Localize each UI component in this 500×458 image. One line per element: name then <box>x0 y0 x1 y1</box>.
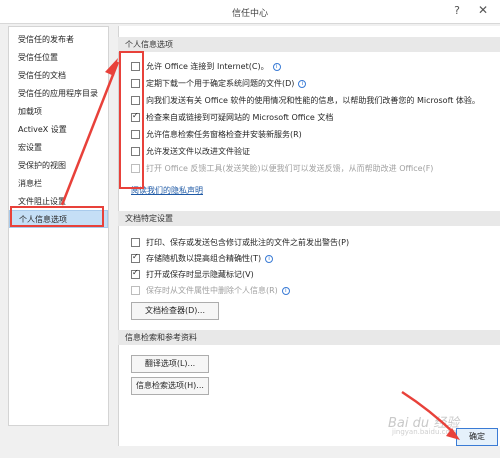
sidebar-item-trusted-publishers[interactable]: 受信任的发布者 <box>9 31 108 49</box>
option-remove-personal-info: 保存时从文件属性中删除个人信息(R) i <box>146 284 290 297</box>
section-header-personal: 个人信息选项 <box>118 37 500 52</box>
sidebar-item-trusted-app-catalogs[interactable]: 受信任的应用程序目录 <box>9 85 108 103</box>
option-send-usage: 向我们发送有关 Office 软件的使用情况和性能的信息，以帮助我们改善您的 M… <box>146 96 480 105</box>
option-check-suspicious: 检查来自或链接到可疑网站的 Microsoft Office 文档 <box>146 113 334 122</box>
checkbox-remove-personal-info <box>131 286 140 295</box>
checkbox-store-random-number[interactable] <box>131 252 140 263</box>
sidebar-item-trusted-documents[interactable]: 受信任的文档 <box>9 67 108 85</box>
option-warn-tracked-changes: 打印、保存或发送包含修订或批注的文件之前发出警告(P) <box>146 238 350 247</box>
info-icon[interactable]: i <box>265 254 274 263</box>
option-file-validation: 允许发送文件以改进文件验证 <box>146 147 250 156</box>
option-show-hidden-markup: 打开或保存时显示隐藏标记(V) <box>146 270 254 279</box>
checkbox-file-validation[interactable] <box>131 147 140 156</box>
document-inspector-button[interactable]: 文档检查器(D)... <box>131 302 219 320</box>
sidebar-item-trusted-locations[interactable]: 受信任位置 <box>9 49 108 67</box>
translation-options-button[interactable]: 翻译选项(L)... <box>131 355 209 373</box>
ok-button[interactable]: 确定 <box>456 428 498 446</box>
info-icon: i <box>281 286 290 295</box>
research-options-button[interactable]: 信息检索选项(H)... <box>131 377 209 395</box>
option-store-random-number: 存储随机数以提高组合精确性(T) i <box>146 252 274 265</box>
sidebar-item-activex[interactable]: ActiveX 设置 <box>9 121 108 139</box>
option-feedback-tool: 打开 Office 反馈工具(发送笑脸)以便我们可以发送反馈，从而帮助改进 Of… <box>146 164 434 173</box>
option-connect-internet: 允许 Office 连接到 Internet(C)。 i <box>146 60 281 73</box>
checkbox-connect-internet[interactable] <box>131 62 140 71</box>
sidebar-item-message-bar[interactable]: 消息栏 <box>9 175 108 193</box>
checkbox-research-services[interactable] <box>131 130 140 139</box>
option-research-services: 允许信息检索任务窗格检查并安装新服务(R) <box>146 130 302 139</box>
checkbox-check-suspicious[interactable] <box>131 111 140 122</box>
info-icon[interactable]: i <box>272 62 281 71</box>
sidebar-item-macro-settings[interactable]: 宏设置 <box>9 139 108 157</box>
close-icon[interactable]: ✕ <box>474 3 492 19</box>
sidebar-item-privacy-options[interactable]: 个人信息选项 <box>9 210 108 228</box>
watermark-url: jingyan.baidu.com <box>392 428 457 436</box>
option-download-diagnostic: 定期下载一个用于确定系统问题的文件(D) i <box>146 77 307 90</box>
sidebar-item-file-block[interactable]: 文件阻止设置 <box>9 193 108 211</box>
window-title: 信任中心 <box>231 9 268 19</box>
checkbox-download-diagnostic[interactable] <box>131 79 140 88</box>
checkbox-feedback-tool <box>131 164 140 173</box>
checkbox-warn-tracked-changes[interactable] <box>131 238 140 247</box>
checkbox-send-usage[interactable] <box>131 96 140 105</box>
sidebar: 受信任的发布者 受信任位置 受信任的文档 受信任的应用程序目录 加载项 Acti… <box>8 26 109 426</box>
title-bar: 信任中心 ? ✕ <box>0 0 500 24</box>
privacy-statement-link[interactable]: 阅读我们的隐私声明 <box>131 185 203 196</box>
sidebar-item-protected-view[interactable]: 受保护的视图 <box>9 157 108 175</box>
sidebar-item-add-ins[interactable]: 加载项 <box>9 103 108 121</box>
info-icon[interactable]: i <box>298 79 307 88</box>
help-icon[interactable]: ? <box>450 4 464 18</box>
section-header-research: 信息检索和参考资料 <box>118 330 500 345</box>
checkbox-show-hidden-markup[interactable] <box>131 268 140 279</box>
section-header-document: 文档特定设置 <box>118 211 500 226</box>
